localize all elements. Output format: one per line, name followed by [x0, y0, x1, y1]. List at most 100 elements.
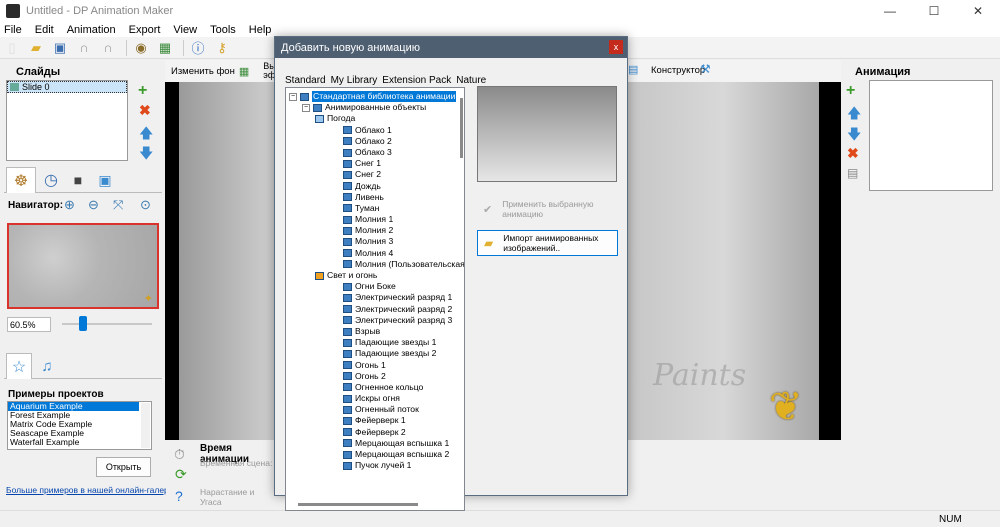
star-tab-icon[interactable]: ☆ — [6, 353, 32, 379]
menu-export[interactable]: Export — [129, 24, 161, 36]
fit-icon[interactable]: ⤧ — [113, 197, 123, 213]
tree-item[interactable]: Ливень — [289, 192, 457, 203]
move-down-icon[interactable]: 🡇 — [139, 143, 153, 167]
image-tab-icon[interactable]: ▣ — [94, 169, 116, 191]
zoom-field[interactable]: 60.5% — [7, 317, 51, 332]
close-button[interactable]: ✕ — [956, 0, 1000, 22]
tree-item[interactable]: Снег 2 — [289, 169, 457, 180]
zoom-slider-thumb[interactable] — [79, 316, 87, 331]
stopwatch-icon[interactable]: ⏱ — [174, 446, 185, 463]
help-icon[interactable]: ? — [175, 488, 183, 504]
new-icon[interactable]: ▯ — [2, 39, 22, 57]
constructor-button[interactable]: Конструктор — [651, 65, 705, 76]
tree-item[interactable]: Молния (Пользовательская) — [289, 259, 464, 270]
slide-item[interactable]: Slide 0 — [7, 81, 127, 93]
tab-extension-pack[interactable]: Extension Pack — [382, 75, 451, 86]
slides-list[interactable]: Slide 0 — [6, 80, 128, 161]
open-icon[interactable]: ▰ — [26, 39, 46, 57]
tree-item[interactable]: Огни Боке — [289, 281, 457, 292]
tree-vscroll-thumb[interactable] — [460, 98, 463, 158]
minimize-button[interactable]: — — [868, 0, 912, 22]
tree-item[interactable]: Облако 3 — [289, 147, 457, 158]
add-animation-icon[interactable]: + — [846, 82, 855, 100]
delete-slide-icon[interactable]: ✖ — [139, 102, 151, 119]
preview-icon[interactable]: ◉ — [131, 39, 151, 57]
tree-item[interactable]: Искры огня — [289, 393, 457, 404]
tab-my-library[interactable]: My Library — [331, 75, 378, 86]
actual-size-icon[interactable]: ⊙ — [140, 197, 151, 213]
navigator-preview[interactable]: ✦ — [7, 223, 159, 309]
tree-item[interactable]: Взрыв — [289, 326, 457, 337]
project-item[interactable]: Waterfall Example — [8, 438, 151, 447]
tree-hscroll-thumb[interactable] — [298, 503, 418, 506]
tree-item[interactable]: Огненное кольцо — [289, 382, 457, 393]
menu-view[interactable]: View — [173, 24, 197, 36]
tree-item[interactable]: Молния 1 — [289, 214, 457, 225]
dialog-close-button[interactable]: x — [609, 40, 623, 54]
menu-edit[interactable]: Edit — [35, 24, 54, 36]
menu-file[interactable]: File — [4, 24, 22, 36]
info-icon[interactable]: ⓘ — [188, 39, 208, 57]
tree-item[interactable]: Мерцающая вспышка 1 — [289, 438, 457, 449]
menu-tools[interactable]: Tools — [210, 24, 236, 36]
animation-icon — [343, 293, 352, 302]
tree-item[interactable]: Облако 1 — [289, 125, 457, 136]
tree-item[interactable]: − Стандартная библиотека анимации — [289, 91, 457, 103]
tree-item[interactable]: Огненный поток — [289, 404, 457, 415]
tree-item[interactable]: Огонь 2 — [289, 371, 457, 382]
zoom-out-icon[interactable]: ⊖ — [88, 197, 99, 213]
tree-item[interactable]: Дождь — [289, 181, 457, 192]
tree-item[interactable]: Молния 4 — [289, 248, 457, 259]
import-button[interactable]: ▰ Импорт анимированных изображений.. — [477, 230, 618, 256]
tree-item[interactable]: Электрический разряд 2 — [289, 304, 457, 315]
tab-nature[interactable]: Nature — [456, 75, 486, 86]
tree-item[interactable]: Молния 3 — [289, 236, 457, 247]
properties-icon[interactable]: ▤ — [847, 166, 858, 180]
tree-item[interactable]: Молния 2 — [289, 225, 457, 236]
tree-item[interactable]: Падающие звезды 2 — [289, 348, 457, 359]
tree-item[interactable]: Фейерверк 1 — [289, 415, 457, 426]
slide-label: Slide 0 — [22, 82, 50, 92]
menu-animation[interactable]: Animation — [67, 24, 116, 36]
refresh-icon[interactable]: ⟳ — [175, 466, 187, 483]
projects-scrollbar[interactable] — [141, 403, 150, 448]
tree-item[interactable]: Огонь 1 — [289, 360, 457, 371]
wheel-tab-icon[interactable]: ☸ — [6, 167, 36, 193]
tree-item[interactable]: Падающие звезды 1 — [289, 337, 457, 348]
zoom-slider-track[interactable] — [62, 323, 152, 325]
tab-standard[interactable]: Standard — [285, 75, 326, 86]
tree-item[interactable]: Электрический разряд 3 — [289, 315, 457, 326]
tree-item[interactable]: Электрический разряд 1 — [289, 292, 457, 303]
menu-help[interactable]: Help — [249, 24, 272, 36]
animation-list[interactable] — [869, 80, 993, 191]
apply-animation-button[interactable]: ✔ Применить выбранную анимацию — [477, 196, 617, 222]
tree-item[interactable]: Снег 1 — [289, 158, 457, 169]
delete-animation-icon[interactable]: ✖ — [847, 145, 859, 162]
tree-item[interactable]: − Анимированные объекты — [289, 102, 457, 113]
zoom-in-icon[interactable]: ⊕ — [64, 197, 75, 213]
tree-item[interactable]: Облако 2 — [289, 136, 457, 147]
change-bg-button[interactable]: Изменить фон — [171, 66, 235, 77]
tree-item[interactable]: Мерцающая вспышка 2 — [289, 449, 457, 460]
tree-item[interactable]: Фейерверк 2 — [289, 427, 457, 438]
save-icon[interactable]: ▣ — [50, 39, 70, 57]
expander-icon[interactable]: − — [302, 103, 310, 112]
maximize-button[interactable]: ☐ — [912, 0, 956, 22]
tree-item[interactable]: Туман — [289, 203, 457, 214]
export-icon[interactable]: ▦ — [155, 39, 175, 57]
tree-item[interactable]: Погода — [289, 113, 457, 124]
more-examples-link[interactable]: Больше примеров в нашей онлайн-галерее — [6, 485, 178, 495]
animation-tree[interactable]: − Стандартная библиотека анимации − Анимиро… — [285, 87, 465, 511]
add-slide-icon[interactable]: + — [138, 82, 147, 100]
undo-icon[interactable]: ∩ — [74, 39, 94, 57]
open-project-button[interactable]: Открыть — [96, 457, 151, 477]
camera-tab-icon[interactable]: ■ — [66, 169, 90, 191]
music-tab-icon[interactable]: ♫ — [36, 355, 58, 377]
key-icon[interactable]: ⚷ — [212, 39, 232, 57]
clock-tab-icon[interactable]: ◷ — [40, 169, 62, 191]
projects-list[interactable]: Aquarium Example Forest Example Matrix C… — [7, 401, 152, 450]
tree-item[interactable]: Пучок лучей 1 — [289, 460, 457, 471]
redo-icon[interactable]: ∩ — [98, 39, 118, 57]
expander-icon[interactable]: − — [289, 92, 297, 101]
tree-item[interactable]: Свет и огонь — [289, 270, 457, 281]
